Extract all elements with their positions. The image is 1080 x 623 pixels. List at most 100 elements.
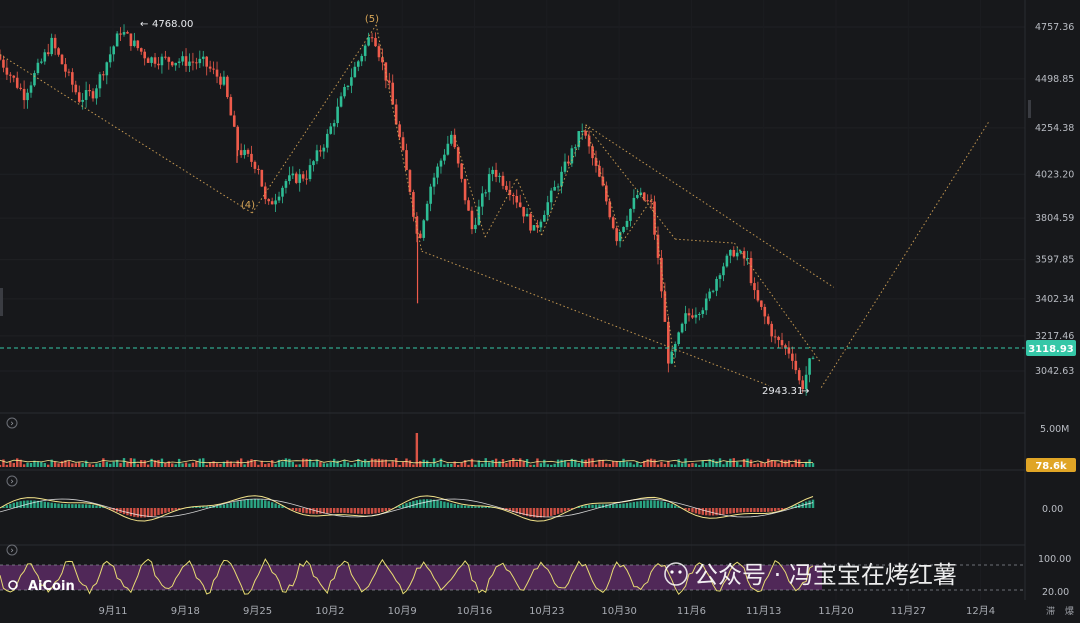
volume-bar [553,463,556,467]
volume-bar [301,458,305,467]
macd-histogram-bar [612,504,615,508]
right-scroll-handle[interactable] [1028,100,1031,118]
macd-histogram-bar [674,505,677,508]
macd-histogram-bar [446,502,450,508]
candle-body [212,68,215,70]
macd-histogram-bar [332,508,336,513]
volume-bar [26,462,29,467]
candle-body [95,88,98,99]
macd-histogram-bar [367,508,370,514]
volume-bar [684,458,687,467]
macd-histogram-bar [205,506,208,508]
candle-body [329,126,333,134]
candle-body [704,298,708,311]
candle-body [784,345,787,348]
candle-body [570,148,574,164]
candle-body [667,321,670,364]
candle-body [677,332,680,345]
candle-body [346,85,350,87]
volume-bar [284,458,288,467]
volume-bar [460,462,463,467]
macd-histogram-bar [632,502,636,508]
macd-histogram-bar [301,508,305,513]
volume-bar [219,463,222,467]
candle-body [53,37,57,49]
candle-body [529,213,532,231]
volume-bar [43,463,46,467]
volume-bar [546,464,549,467]
candle-body [139,48,143,52]
candle-body [591,146,594,159]
candle-body [298,174,302,183]
volume-bar [257,464,260,467]
macd-histogram-bar [670,504,673,508]
volume-bar [322,463,326,467]
candle-body [401,137,405,151]
volume-bar [112,461,115,467]
macd-histogram-bar [198,506,202,508]
volume-bar [612,460,615,467]
macd-histogram-bar [422,499,425,508]
volume-bar [226,460,229,467]
candle-body [22,88,26,101]
candle-body [129,33,133,47]
volume-bar [711,459,715,467]
candle-body [391,82,395,105]
price-tick-label: 4498.85 [1035,74,1074,85]
macd-histogram-bar [57,503,60,508]
chart-background [0,0,1080,623]
candle-body [33,73,36,86]
volume-bar [732,458,735,467]
candle-body [350,77,353,86]
volume-bar [498,461,501,467]
macd-histogram-bar [760,508,763,513]
volume-bar [674,464,677,467]
volume-bar [401,461,405,467]
candle-body [532,225,536,231]
volume-bar [705,463,708,467]
macd-histogram-bar [253,499,257,508]
candle-body [284,181,288,188]
candle-body [257,168,260,170]
date-tick-label: 11月20 [818,605,853,617]
candle-body [463,178,467,201]
volume-bar [267,463,270,467]
candle-body [170,61,174,66]
left-scroll-handle[interactable] [0,288,3,316]
candle-body [742,251,746,259]
rsi-tick-bottom: 20.00 [1042,587,1069,598]
macd-histogram-bar [64,504,67,508]
volume-bar [567,462,570,467]
candle-body [732,249,736,257]
volume-bar [150,458,153,467]
macd-histogram-bar [663,501,667,508]
candle-body [102,74,105,76]
macd-histogram-bar [587,505,591,508]
macd-histogram-bar [140,508,143,518]
macd-histogram-bar [639,501,642,508]
candle-body [57,48,60,55]
volume-bar [784,460,787,467]
candle-body [584,131,587,136]
candle-body [491,169,494,175]
volume-bar [353,463,357,467]
price-tick-label: 4254.38 [1035,123,1074,134]
candle-body [722,266,725,276]
macd-histogram-bar [84,504,88,508]
macd-histogram-bar [133,508,136,517]
macd-histogram-bar [618,503,622,508]
volume-bar [615,461,618,467]
volume-bar [518,458,522,467]
candle-body [729,249,732,256]
macd-histogram-bar [643,500,646,508]
macd-histogram-bar [646,500,649,508]
macd-histogram-bar [146,508,150,518]
candle-body [360,55,364,62]
macd-histogram-bar [550,508,553,516]
macd-histogram-bar [773,508,777,512]
candle-body [811,357,815,359]
candle-body [46,52,50,55]
macd-histogram-bar [202,506,205,508]
date-tick-label: 11月13 [746,605,781,617]
candle-body [164,56,167,58]
